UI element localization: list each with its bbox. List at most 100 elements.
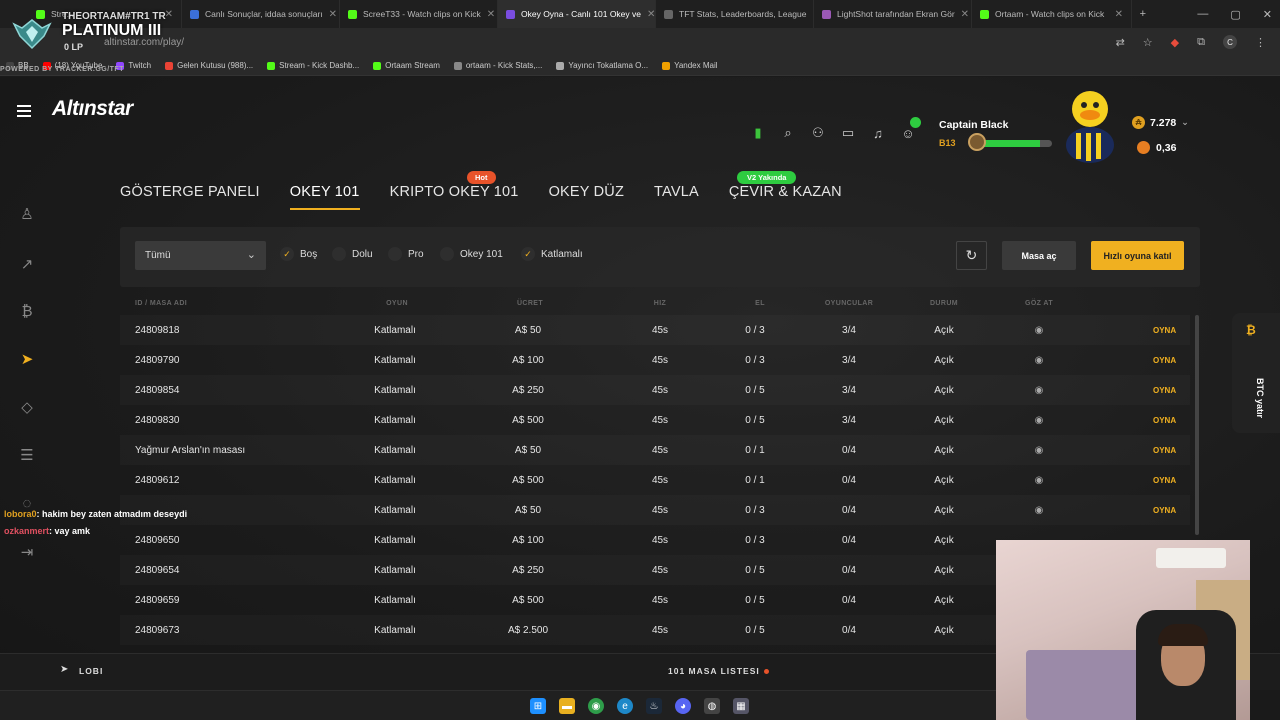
user-icon[interactable]: ♙ <box>18 205 36 223</box>
column-header[interactable]: ÜCRET <box>517 300 543 307</box>
user-online-icon[interactable]: ☺ <box>900 117 921 141</box>
site-logo[interactable]: Altınstar <box>52 97 133 121</box>
logout-icon[interactable]: ⇥ <box>18 543 36 561</box>
edge-icon[interactable]: e <box>617 698 633 714</box>
translate-icon[interactable]: ⇄ <box>1116 36 1125 49</box>
table-row[interactable]: Yağmur Arslan'ın masası Katlamalı A$ 50 45s… <box>120 435 1190 465</box>
windows-start-icon[interactable]: ⊞ <box>530 698 546 714</box>
lobby-button[interactable]: LOBI <box>79 666 103 676</box>
nav-tab[interactable]: GÖSTERGE PANELI <box>120 184 260 210</box>
tab-close-icon[interactable]: ✕ <box>487 9 495 20</box>
steam-icon[interactable]: ♨ <box>646 698 662 714</box>
view-eye-icon[interactable]: ◉ <box>1035 355 1044 366</box>
browser-tab[interactable]: TFT Stats, Leaderboards, League✕ <box>656 0 814 28</box>
view-eye-icon[interactable]: ◉ <box>1035 505 1044 516</box>
table-row[interactable]: 24809818 Katlamalı A$ 50 45s 0 / 3 3/4 Açık ◉ OY… <box>120 315 1190 345</box>
file-explorer-icon[interactable]: ▬ <box>559 698 575 714</box>
bookmark-item[interactable]: Stream - Kick Dashb... <box>267 61 359 70</box>
view-eye-icon[interactable]: ◉ <box>1035 475 1044 486</box>
extension-icon[interactable]: ◆ <box>1171 36 1179 49</box>
obs-icon[interactable]: ◍ <box>704 698 720 714</box>
stats-icon[interactable]: ↗ <box>18 255 36 273</box>
tab-close-icon[interactable]: ✕ <box>1115 9 1123 20</box>
bookmark-item[interactable]: Yayıncı Tokatlama O... <box>556 61 648 70</box>
tab-close-icon[interactable]: ✕ <box>329 9 337 20</box>
browser-tab[interactable]: Canlı Sonuçlar, iddaa sonuçları ✕ <box>182 0 340 28</box>
browser-tab[interactable]: Stre... ✕ <box>28 0 182 28</box>
column-header[interactable]: GÖZ AT <box>1025 300 1053 307</box>
table-row[interactable]: Katlamalı A$ 50 45s 0 / 3 0/4 Açık ◉ OYNA <box>120 495 1190 525</box>
search-icon[interactable]: ⌕ <box>780 125 796 141</box>
bookmark-item[interactable]: Gelen Kutusu (988)... <box>165 61 253 70</box>
btc-deposit-tab[interactable]: ₿ BTC yatır <box>1232 313 1280 433</box>
play-button[interactable]: OYNA <box>1153 416 1176 425</box>
chat-icon[interactable]: ▭ <box>840 125 856 141</box>
discord-icon[interactable]: ◕ <box>675 698 691 714</box>
column-header[interactable]: HIZ <box>654 300 666 307</box>
bookmark-star-icon[interactable]: ☆ <box>1143 36 1153 49</box>
tab-close-icon[interactable]: ✕ <box>165 9 173 20</box>
nav-tab[interactable]: OKEY 101 <box>289 184 360 210</box>
profile-avatar[interactable]: C <box>1223 35 1237 49</box>
play-button[interactable]: OYNA <box>1153 326 1176 335</box>
navigate-icon[interactable]: ➤ <box>18 350 36 368</box>
browser-tab[interactable]: Ortaam - Watch clips on Kick ✕ <box>972 0 1132 28</box>
view-eye-icon[interactable]: ◉ <box>1035 385 1044 396</box>
tag-icon[interactable]: ◇ <box>18 398 36 416</box>
new-tab-icon[interactable]: + <box>1140 8 1146 20</box>
table-row[interactable]: 24809790 Katlamalı A$ 100 45s 0 / 3 3/4 Açık ◉ O… <box>120 345 1190 375</box>
game-type-select[interactable]: Tümü ⌄ <box>135 241 266 270</box>
bitcoin-icon[interactable]: ₿ <box>18 303 36 321</box>
table-scrollbar[interactable] <box>1195 315 1199 535</box>
bookmark-item[interactable]: Ortaam Stream <box>373 61 440 70</box>
browser-menu-icon[interactable]: ⋮ <box>1255 36 1266 49</box>
balance-primary[interactable]: ₳ 7.278 ⌄ <box>1132 116 1189 129</box>
calculator-icon[interactable]: ▦ <box>733 698 749 714</box>
bookmark-item[interactable]: Twitch <box>116 61 151 70</box>
view-eye-icon[interactable]: ◉ <box>1035 445 1044 456</box>
close-window-icon[interactable]: ✕ <box>1263 8 1272 21</box>
nav-tab[interactable]: KRIPTO OKEY 101 <box>390 184 519 210</box>
nav-tab[interactable]: OKEY DÜZ <box>549 184 624 210</box>
play-button[interactable]: OYNA <box>1153 506 1176 515</box>
bookmark-item[interactable]: ortaam - Kick Stats,... <box>453 61 542 70</box>
browser-tab[interactable]: LightShot tarafından Ekran Gör ✕ <box>814 0 972 28</box>
tab-close-icon[interactable]: ✕ <box>961 9 969 20</box>
open-table-button[interactable]: Masa aç <box>1002 241 1076 270</box>
bookmark-item[interactable]: (18) YouTube <box>42 61 102 70</box>
sliders-icon[interactable]: ☰ <box>18 446 36 464</box>
column-header[interactable]: OYUN <box>386 300 408 307</box>
username[interactable]: Captain Black <box>939 119 1008 131</box>
puzzle-icon[interactable]: ⧉ <box>1197 36 1205 49</box>
minimize-icon[interactable]: — <box>1197 8 1208 20</box>
bookmark-item[interactable]: BB <box>6 61 29 70</box>
chrome-icon[interactable]: ◉ <box>588 698 604 714</box>
filter-checkbox[interactable]: ✓ Katlamalı <box>521 247 583 261</box>
filter-checkbox[interactable]: Dolu <box>332 247 373 261</box>
friends-icon[interactable]: ⚇ <box>810 125 826 141</box>
column-header[interactable]: OYUNCULAR <box>825 300 873 307</box>
refresh-button[interactable]: ↻ <box>956 241 987 270</box>
column-header[interactable]: ID / MASA ADI <box>135 300 187 307</box>
bookmark-item[interactable]: Yandex Mail <box>662 61 718 70</box>
maximize-icon[interactable]: ▢ <box>1230 8 1240 21</box>
quick-join-button[interactable]: Hızlı oyuna katıl <box>1091 241 1184 270</box>
table-row[interactable]: 24809830 Katlamalı A$ 500 45s 0 / 5 3/4 Açık ◉ O… <box>120 405 1190 435</box>
column-header[interactable]: DURUM <box>930 300 958 307</box>
tab-close-icon[interactable]: ✕ <box>647 9 655 20</box>
browser-tab[interactable]: Okey Oyna - Canlı 101 Okey ve ✕ <box>498 0 656 28</box>
music-icon[interactable]: ♫ <box>870 125 886 141</box>
table-row[interactable]: 24809612 Katlamalı A$ 500 45s 0 / 1 0/4 Açık ◉ O… <box>120 465 1190 495</box>
column-header[interactable]: EL <box>755 300 765 307</box>
filter-checkbox[interactable]: Okey 101 <box>440 247 503 261</box>
nav-tab[interactable]: ÇEVIR & KAZAN <box>729 184 842 210</box>
chevron-down-icon[interactable]: ⌄ <box>1181 117 1189 128</box>
play-button[interactable]: OYNA <box>1153 476 1176 485</box>
filter-checkbox[interactable]: Pro <box>388 247 424 261</box>
play-button[interactable]: OYNA <box>1153 356 1176 365</box>
view-eye-icon[interactable]: ◉ <box>1035 415 1044 426</box>
view-eye-icon[interactable]: ◉ <box>1035 325 1044 336</box>
filter-checkbox[interactable]: ✓ Boş <box>280 247 317 261</box>
url-field[interactable]: altinstar.com/play/ <box>104 37 184 48</box>
play-button[interactable]: OYNA <box>1153 446 1176 455</box>
